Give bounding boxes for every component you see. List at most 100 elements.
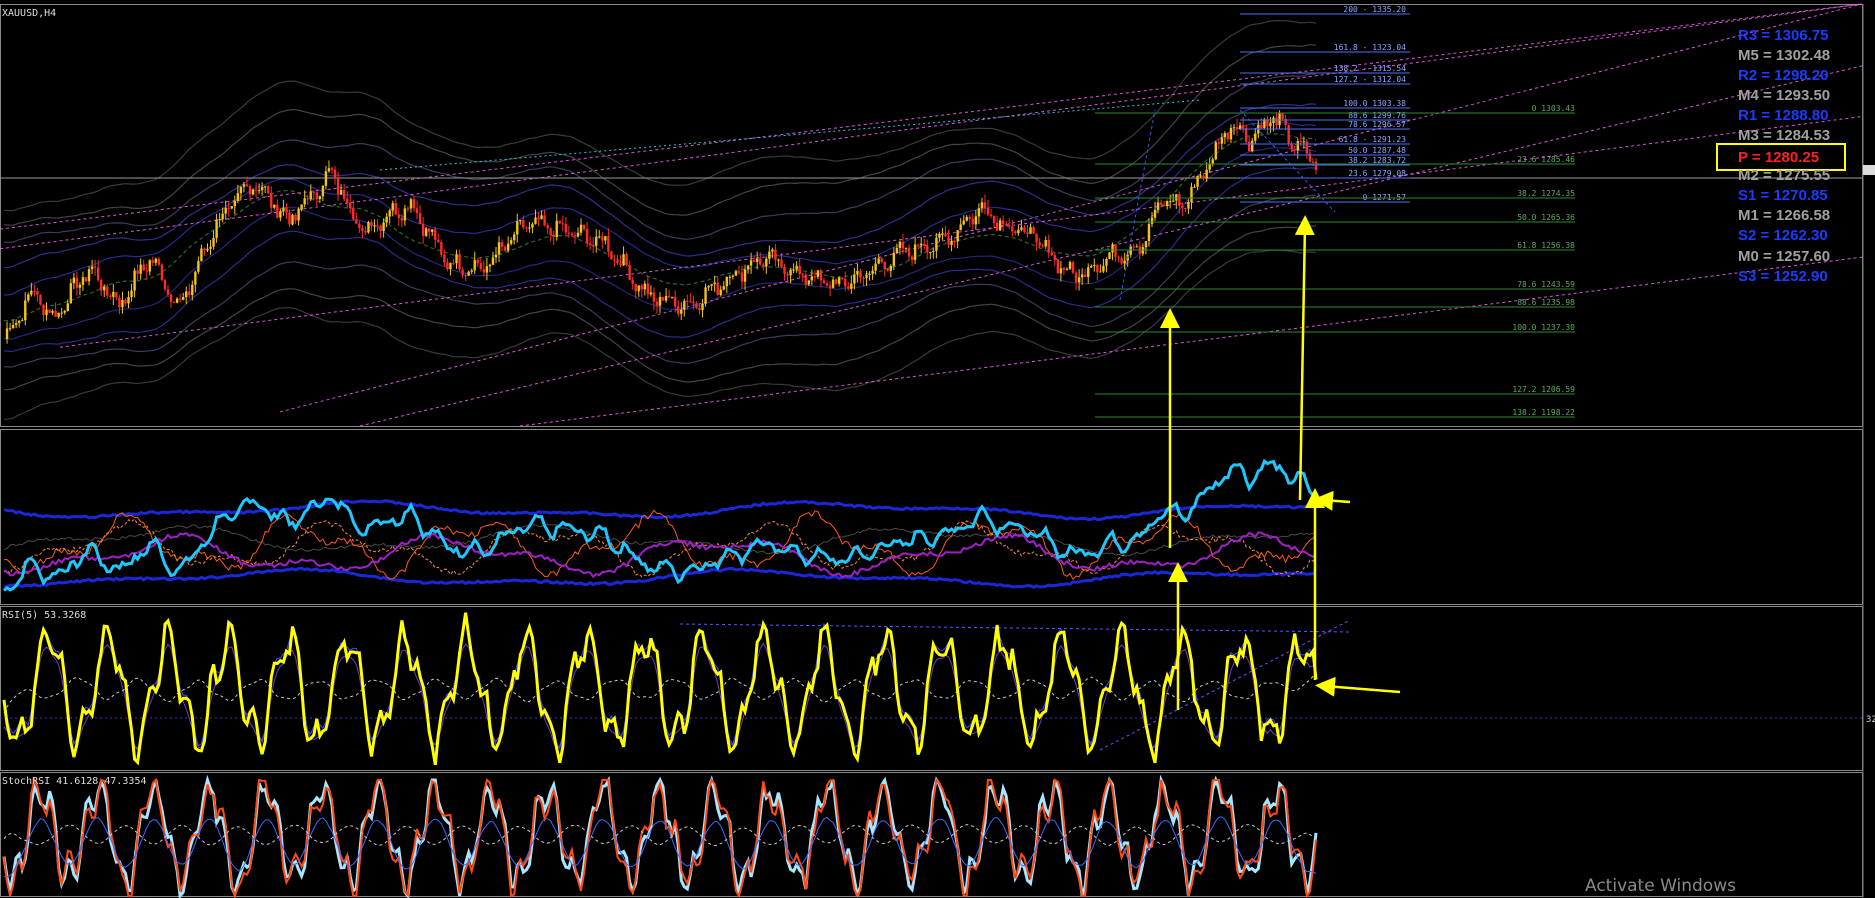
candle-body [986, 208, 990, 215]
candle-body [318, 196, 322, 200]
fib-green-label: 0 1303.43 [1532, 104, 1576, 113]
candle-body [516, 221, 519, 235]
candle-body [722, 286, 725, 290]
candle-body [789, 269, 792, 276]
candle-body [440, 241, 443, 255]
candle-body [282, 207, 285, 212]
candle-body [670, 296, 674, 298]
candle-body [503, 246, 507, 251]
candle-body [130, 290, 133, 298]
candle-body [962, 220, 965, 225]
candle-body [1059, 268, 1063, 274]
candle-body [582, 224, 586, 229]
candle-body [834, 279, 838, 284]
candle-body [1220, 137, 1224, 144]
candle-body [1229, 128, 1233, 140]
candle-body [519, 219, 522, 222]
candle-body [819, 270, 823, 281]
candle-body [148, 260, 151, 272]
candle-body [1132, 246, 1135, 248]
candle-body [525, 227, 528, 229]
candle-body [254, 189, 258, 191]
candle-body [1005, 224, 1008, 226]
candle-body [57, 312, 60, 317]
candle-body [989, 214, 993, 217]
candle-body [877, 258, 880, 264]
candle-body [479, 263, 483, 270]
candle-body [531, 223, 534, 228]
trading-chart[interactable]: 200 - 1335.20 161.8 - 1323.04 138.2 - 1315… [0, 0, 1875, 898]
candle-body [169, 294, 173, 303]
candle-body [1129, 246, 1132, 255]
candle-body [288, 212, 291, 225]
candle-body [294, 214, 297, 221]
candle-body [631, 279, 634, 284]
candle-body [151, 260, 155, 263]
candle-body [285, 207, 288, 213]
candle-body [78, 284, 82, 288]
candle-body [352, 208, 355, 220]
fib-green-label: 61.8 1256.38 [1517, 241, 1575, 250]
candle-body [765, 258, 768, 267]
candle-body [1187, 201, 1190, 209]
pivot-level: S2 = 1262.30 [1738, 227, 1828, 244]
candle-body [1302, 141, 1306, 143]
candle-body [1120, 257, 1123, 264]
candle-body [260, 186, 264, 191]
pivot-level: R1 = 1288.80 [1738, 107, 1829, 124]
fib-label: 61.8 - 1291.23 [1339, 135, 1407, 144]
candle-body [1090, 265, 1093, 268]
candle-body [992, 216, 996, 223]
candle-body [655, 301, 659, 306]
candle-body [1135, 246, 1139, 248]
symbol-label: XAUUSD,H4 [2, 8, 56, 19]
candle-body [421, 223, 425, 236]
candle-body [400, 217, 404, 221]
candle-body [21, 320, 24, 322]
candle-body [865, 274, 868, 278]
candle-body [1214, 142, 1217, 160]
candle-body [543, 215, 546, 226]
candle-body [412, 199, 416, 209]
candle-body [649, 292, 653, 295]
candle-body [312, 191, 315, 193]
candle-body [309, 191, 312, 200]
candle-body [1196, 176, 1199, 187]
candle-body [90, 266, 94, 270]
candle-body [279, 211, 282, 218]
candle-body [1050, 252, 1053, 256]
candle-body [585, 228, 589, 244]
candle-body [816, 270, 820, 277]
candle-body [403, 208, 407, 221]
candle-body [1247, 141, 1251, 152]
candle-body [473, 259, 476, 271]
candle-body [1047, 239, 1050, 253]
candle-body [673, 296, 677, 307]
candle-body [75, 277, 79, 288]
candle-body [106, 286, 109, 296]
candle-body [628, 265, 631, 280]
candle-body [907, 247, 911, 257]
candle-body [719, 289, 722, 296]
candle-body [248, 186, 252, 195]
candle-body [923, 243, 926, 246]
candle-body [1001, 220, 1005, 225]
candle-body [689, 301, 692, 303]
candle-body [664, 296, 668, 301]
candle-body [1087, 267, 1090, 277]
fib-label: 100.0 1303.38 [1343, 99, 1406, 108]
candle-body [99, 279, 103, 291]
candle-body [1223, 133, 1227, 138]
candle-body [175, 298, 179, 303]
candle-body [136, 270, 139, 274]
candle-body [1278, 113, 1281, 126]
pivot-level: M3 = 1284.53 [1738, 127, 1830, 144]
candle-body [63, 310, 66, 313]
candle-body [1165, 201, 1169, 206]
candle-body [270, 193, 273, 208]
candle-body [197, 261, 200, 272]
candle-body [983, 202, 987, 209]
candle-body [209, 246, 212, 249]
candle-body [956, 230, 959, 242]
candle-body [786, 273, 789, 276]
